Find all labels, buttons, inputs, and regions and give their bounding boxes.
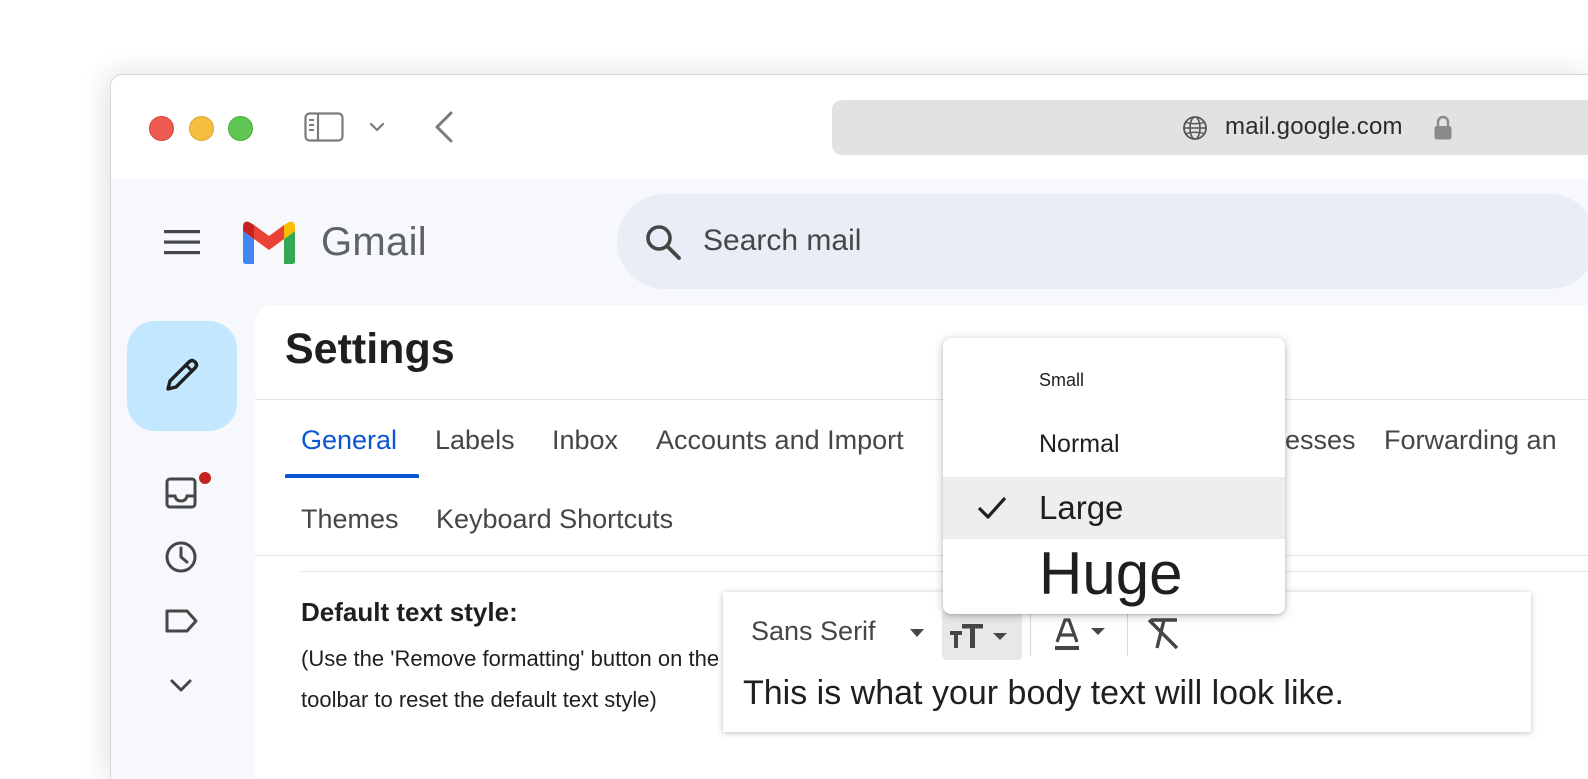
toolbar-separator <box>1127 614 1128 656</box>
clock-icon[interactable] <box>163 539 199 575</box>
text-size-icon <box>950 624 1007 648</box>
browser-titlebar: mail.google.com <box>111 75 1588 179</box>
back-arrow-icon[interactable] <box>433 110 455 144</box>
body-text-preview: This is what your body text will look li… <box>743 674 1344 712</box>
caret-down-icon[interactable] <box>909 628 925 638</box>
tab-inbox[interactable]: Inbox <box>552 425 618 456</box>
menu-item-label: Normal <box>1039 430 1120 458</box>
zoom-window-button[interactable] <box>228 116 253 141</box>
menu-item-label: Small <box>1039 370 1085 390</box>
minimize-window-button[interactable] <box>189 116 214 141</box>
menu-item-label: Large <box>1039 489 1124 526</box>
tab-accounts-and-import[interactable]: Accounts and Import <box>656 425 904 456</box>
search-bar[interactable] <box>617 194 1588 289</box>
tab-addresses[interactable]: esses <box>1285 425 1356 456</box>
checkmark-icon <box>977 496 1007 519</box>
browser-window: mail.google.com Gmail Search mail Settin… <box>110 74 1588 779</box>
toolbar-separator <box>1030 614 1031 656</box>
divider <box>255 555 1588 556</box>
search-input[interactable] <box>703 216 1403 266</box>
remove-formatting-icon[interactable] <box>1143 614 1183 654</box>
sidebar-toggle-icon[interactable] <box>304 112 344 142</box>
font-size-button[interactable] <box>942 610 1022 660</box>
menu-icon[interactable] <box>163 227 201 257</box>
tab-labels[interactable]: Labels <box>435 425 515 456</box>
compose-button[interactable] <box>127 321 237 431</box>
font-size-menu: Small Normal Large Huge <box>943 338 1285 614</box>
close-window-button[interactable] <box>149 116 174 141</box>
lock-icon <box>1434 115 1452 140</box>
gmail-logo-icon[interactable] <box>239 219 299 265</box>
default-text-style-help: (Use the 'Remove formatting' button on t… <box>301 646 720 712</box>
globe-icon <box>1183 116 1207 140</box>
menu-item-large[interactable]: Large <box>943 477 1285 539</box>
tab-forwarding[interactable]: Forwarding an <box>1384 425 1557 456</box>
label-icon[interactable] <box>163 603 199 639</box>
menu-item-normal[interactable]: Normal <box>943 418 1285 468</box>
tab-general[interactable]: General <box>301 425 397 456</box>
pencil-icon <box>166 358 199 391</box>
notification-badge <box>197 470 213 486</box>
font-family-select[interactable]: Sans Serif <box>751 616 876 647</box>
text-color-icon[interactable] <box>1051 612 1113 658</box>
menu-item-label: Huge <box>1039 540 1183 607</box>
default-text-style-label: Default text style: <box>301 597 518 627</box>
inbox-icon[interactable] <box>163 475 199 511</box>
page-title: Settings <box>285 325 455 373</box>
active-tab-indicator <box>285 474 419 478</box>
address-bar[interactable]: mail.google.com <box>832 100 1588 155</box>
menu-item-small[interactable]: Small <box>943 360 1285 400</box>
chevron-down-icon[interactable] <box>369 119 385 135</box>
tab-themes[interactable]: Themes <box>301 504 399 535</box>
url-text: mail.google.com <box>1225 113 1403 140</box>
menu-item-huge[interactable]: Huge <box>943 539 1285 614</box>
tab-keyboard-shortcuts[interactable]: Keyboard Shortcuts <box>436 504 673 535</box>
search-icon[interactable] <box>643 222 683 262</box>
gmail-wordmark[interactable]: Gmail <box>321 220 427 265</box>
divider <box>255 399 1588 400</box>
chevron-down-icon[interactable] <box>163 667 199 703</box>
